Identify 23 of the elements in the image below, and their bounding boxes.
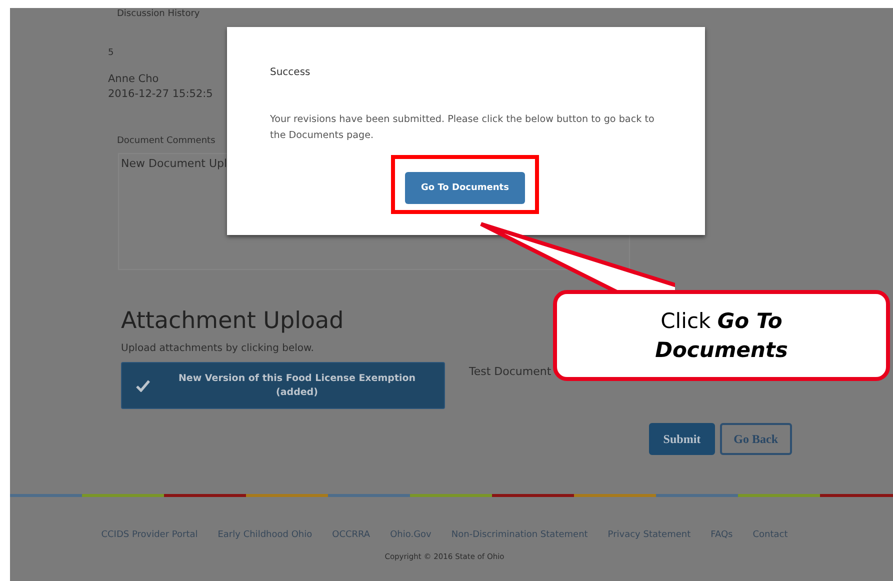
section-label: Discussion History [117,8,200,20]
dialog-message: Your revisions have been submitted. Please click the below button to go back to the Documents page. [270,113,656,143]
field-label: Document Comments [117,135,216,147]
attachment-button[interactable]: New Version of this Food License Exemption (added) [121,362,445,409]
go-to-documents-button[interactable]: Go To Documents [405,172,525,204]
timestamp: 2016-12-27 15:52:5 [108,87,213,101]
footer-link[interactable]: Early Childhood Ohio [218,530,312,540]
dialog-title: Success [270,67,310,78]
author-name: Anne Cho [108,72,159,86]
callout-text: Click Go To Documents [654,308,789,364]
footer-link[interactable]: Non-Discrimination Statement [451,530,588,540]
footer-link[interactable]: FAQs [710,530,733,540]
footer-link[interactable]: Contact [752,530,788,540]
document-name: Test Document [469,365,552,378]
hint-text: Upload attachments by clicking below. [121,343,314,354]
footer-link[interactable]: CCIDS Provider Portal [101,530,198,540]
footer-link[interactable]: Privacy Statement [608,530,691,540]
submit-button[interactable]: Submit [649,423,715,455]
back-button[interactable]: Go Back [720,423,792,455]
comment-count: 5 [108,47,114,59]
footer-link[interactable]: Ohio.Gov [390,530,432,540]
footer-link[interactable]: OCCRRA [332,530,370,540]
section-title: Attachment Upload [121,308,344,334]
